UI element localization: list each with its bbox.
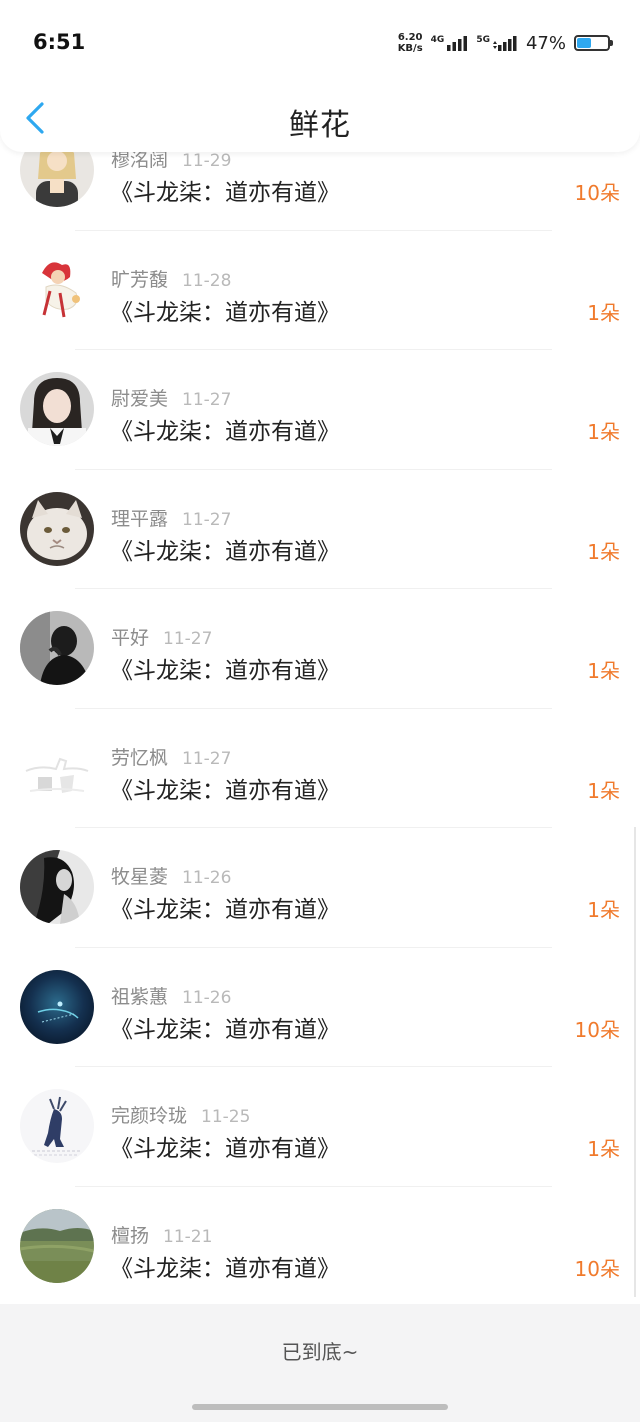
book-title[interactable]: 《斗龙柒：道亦有道》 <box>110 890 340 924</box>
flower-count: 1朵 <box>587 539 620 564</box>
signal-4g-icon: 4G <box>431 35 469 51</box>
list-item[interactable]: 劳忆枫 11-27 《斗龙柒：道亦有道》 1朵 <box>0 709 640 828</box>
avatar[interactable] <box>20 1208 94 1283</box>
page-title: 鲜花 <box>289 108 351 143</box>
battery-level <box>577 38 592 48</box>
donor-name: 牧星菱 11-26 <box>111 866 232 888</box>
avatar[interactable] <box>20 372 94 446</box>
flower-count: 1朵 <box>587 1137 620 1161</box>
donation-date: 11-27 <box>182 390 232 410</box>
donation-date: 11-27 <box>163 629 213 649</box>
flower-count: 1朵 <box>587 659 620 683</box>
flower-count: 1朵 <box>587 420 620 444</box>
donation-date: 11-26 <box>182 868 232 888</box>
status-indicators: 6.20 KB/s 4G 5G 47% <box>398 28 613 58</box>
flower-count: 10朵 <box>574 1256 620 1281</box>
avatar[interactable] <box>20 1089 94 1163</box>
avatar[interactable] <box>20 252 94 327</box>
battery-percentage: 47% <box>525 32 566 54</box>
book-title[interactable]: 《斗龙柒：道亦有道》 <box>110 1249 340 1283</box>
flower-list: 穆洺阔 11-29 《斗龙柒：道亦有道》 10朵 旷芳馥 11-28 《斗龙柒：道亦… <box>0 111 640 1306</box>
donor-name: 祖紫蕙 11-26 <box>111 985 232 1008</box>
donation-date: 11-27 <box>182 748 232 769</box>
book-title[interactable]: 《斗龙柒：道亦有道》 <box>110 771 340 805</box>
list-item[interactable]: 完颜玲珑 11-25 《斗龙柒：道亦有道》 1朵 <box>0 1067 640 1187</box>
end-of-list-text: 已到底~ <box>281 1340 359 1364</box>
home-indicator[interactable] <box>192 1404 448 1410</box>
battery-icon <box>574 35 613 51</box>
status-time: 6:51 <box>33 30 86 54</box>
network-speed-unit: KB/s <box>397 43 423 54</box>
list-item[interactable]: 祖紫蕙 11-26 《斗龙柒：道亦有道》 10朵 <box>0 948 640 1067</box>
signal-4g-label: 4G <box>430 35 445 45</box>
donor-name: 檀扬 11-21 <box>111 1224 213 1247</box>
donor-name: 劳忆枫 11-27 <box>111 746 232 769</box>
donor-name: 理平露 11-27 <box>111 507 232 530</box>
list-item[interactable]: 理平露 11-27 《斗龙柒：道亦有道》 1朵 <box>0 470 640 589</box>
avatar[interactable] <box>20 730 94 805</box>
donation-date: 11-27 <box>182 509 232 530</box>
avatar[interactable] <box>20 969 94 1044</box>
book-title[interactable]: 《斗龙柒：道亦有道》 <box>110 532 340 566</box>
list-item[interactable]: 牧星菱 11-26 《斗龙柒：道亦有道》 1朵 <box>0 828 640 948</box>
donation-date: 11-29 <box>182 151 232 171</box>
flower-count: 10朵 <box>574 1017 620 1042</box>
network-speed-value: 6.20 <box>397 32 423 43</box>
flower-count: 1朵 <box>587 898 620 922</box>
donation-date: 11-25 <box>201 1107 251 1127</box>
signal-5g-icon: 5G <box>476 35 518 51</box>
donor-name: 尉爱美 11-27 <box>111 388 232 410</box>
book-title[interactable]: 《斗龙柒：道亦有道》 <box>110 1129 340 1163</box>
list-item[interactable]: 尉爱美 11-27 《斗龙柒：道亦有道》 1朵 <box>0 350 640 470</box>
list-end-footer: 已到底~ <box>0 1304 640 1422</box>
network-speed: 6.20 KB/s <box>398 32 423 54</box>
avatar[interactable] <box>20 491 94 566</box>
donation-date: 11-21 <box>163 1226 213 1247</box>
flower-count: 1朵 <box>587 778 620 803</box>
book-title[interactable]: 《斗龙柒：道亦有道》 <box>110 293 340 327</box>
book-title[interactable]: 《斗龙柒：道亦有道》 <box>110 412 340 446</box>
donor-name: 平好 11-27 <box>111 627 213 649</box>
book-title[interactable]: 《斗龙柒：道亦有道》 <box>110 173 340 207</box>
list-item[interactable]: 檀扬 11-21 《斗龙柒：道亦有道》 10朵 <box>0 1187 640 1307</box>
book-title[interactable]: 《斗龙柒：道亦有道》 <box>110 651 340 685</box>
list-item[interactable]: 平好 11-27 《斗龙柒：道亦有道》 1朵 <box>0 589 640 709</box>
donor-name: 旷芳馥 11-28 <box>111 268 232 291</box>
signal-5g-label: 5G <box>476 35 490 45</box>
flower-count: 1朵 <box>587 300 620 325</box>
flower-count: 10朵 <box>574 181 620 205</box>
avatar[interactable] <box>20 850 94 924</box>
list-item[interactable]: 旷芳馥 11-28 《斗龙柒：道亦有道》 1朵 <box>0 231 640 350</box>
avatar[interactable] <box>20 611 94 685</box>
donation-date: 11-26 <box>182 987 232 1008</box>
donation-date: 11-28 <box>182 270 232 291</box>
donor-name: 完颜玲珑 11-25 <box>111 1105 251 1127</box>
top-bar: 6:51 6.20 KB/s 4G 5G 47% 鲜花 <box>0 0 640 152</box>
scrollbar[interactable] <box>634 827 636 1297</box>
book-title[interactable]: 《斗龙柒：道亦有道》 <box>110 1010 340 1044</box>
